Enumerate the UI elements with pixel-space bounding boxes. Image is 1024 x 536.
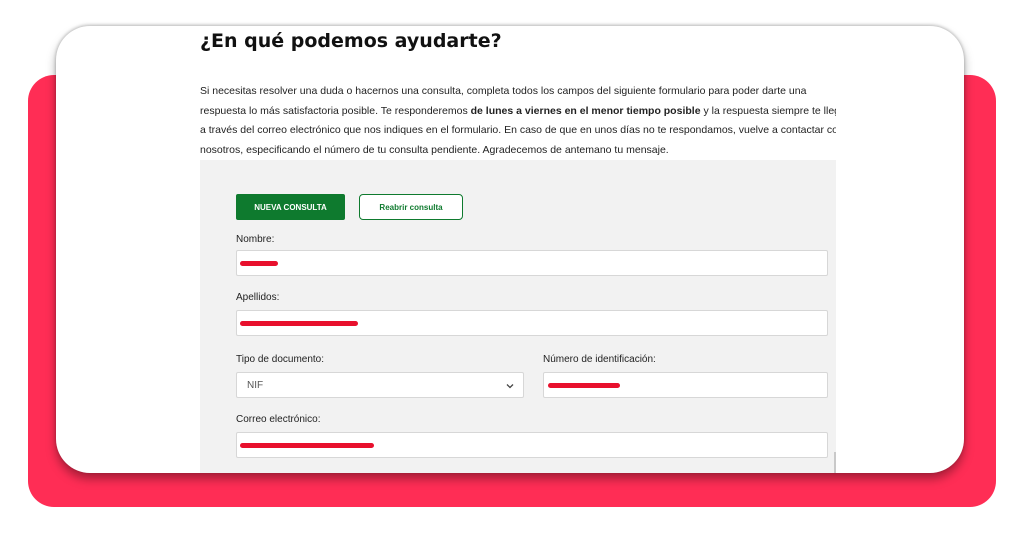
intro-paragraph: Si necesitas resolver una duda o hacerno…	[200, 82, 836, 160]
intro-line-2: respuesta lo más satisfactoria posible. …	[200, 102, 836, 122]
apellidos-label: Apellidos:	[236, 292, 280, 303]
intro-line-3: a través del correo electrónico que nos …	[200, 124, 836, 136]
nombre-label: Nombre:	[236, 234, 275, 245]
reopen-query-button[interactable]: Reabrir consulta	[359, 194, 463, 220]
tipo-documento-value: NIF	[247, 379, 264, 391]
nombre-field[interactable]	[236, 250, 828, 276]
apellidos-field[interactable]	[236, 310, 828, 336]
correo-field[interactable]	[236, 432, 828, 458]
tipo-documento-label: Tipo de documento:	[236, 354, 325, 365]
intro-line-2-end: y la respuesta siempre te lleg	[700, 104, 836, 117]
redaction-mark	[240, 321, 358, 326]
chevron-down-icon	[506, 384, 514, 389]
redaction-mark	[240, 261, 278, 266]
intro-line-2-bold: de lunes a viernes en el menor tiempo po…	[470, 104, 701, 117]
correo-label: Correo electrónico:	[236, 414, 321, 425]
new-query-button[interactable]: NUEVA CONSULTA	[236, 194, 345, 220]
numero-identificacion-field[interactable]	[543, 372, 828, 398]
intro-line-2-start: respuesta lo más satisfactoria posible. …	[200, 104, 471, 117]
numero-identificacion-label: Número de identificación:	[543, 354, 656, 365]
intro-line-1: Si necesitas resolver una duda o hacerno…	[200, 85, 807, 97]
page-title: ¿En qué podemos ayudarte?	[200, 30, 502, 52]
intro-line-4: nosotros, especificando el número de tu …	[200, 143, 669, 156]
tipo-documento-select[interactable]: NIF	[236, 372, 524, 398]
redaction-mark	[240, 443, 374, 448]
scrollbar[interactable]	[834, 452, 836, 473]
contact-form: NUEVA CONSULTA Reabrir consulta Nombre: …	[200, 160, 836, 473]
browser-window: ¿En qué podemos ayudarte? Si necesitas r…	[56, 26, 964, 473]
redaction-mark	[548, 383, 620, 388]
